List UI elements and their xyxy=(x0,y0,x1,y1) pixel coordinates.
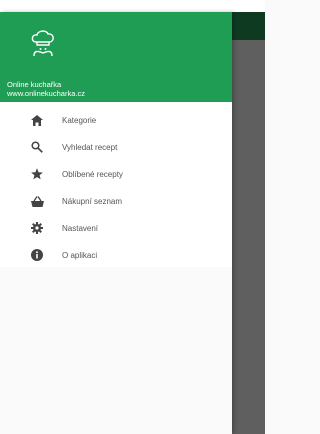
menu-item-label: Nákupní seznam xyxy=(62,197,123,206)
background-scrim[interactable] xyxy=(232,12,265,434)
menu-item-shopping-list[interactable]: Nákupní seznam xyxy=(0,188,232,215)
app-title: Online kuchařka xyxy=(7,80,62,89)
menu-item-label: Nastavení xyxy=(62,224,99,233)
star-icon xyxy=(30,167,44,181)
menu-item-search[interactable]: Vyhledat recept xyxy=(0,134,232,161)
status-bar xyxy=(0,0,265,12)
menu-item-label: O aplikaci xyxy=(62,251,98,260)
gear-icon xyxy=(30,221,44,235)
menu-item-favorites[interactable]: Oblíbené recepty xyxy=(0,161,232,188)
search-icon xyxy=(30,140,44,154)
info-icon xyxy=(30,248,44,262)
chef-hat-icon xyxy=(31,30,54,57)
drawer-menu: Kategorie Vyhledat recept Oblíbené recep… xyxy=(0,102,232,267)
background-toolbar xyxy=(232,12,265,40)
navigation-drawer: Online kuchařka www.onlinekucharka.cz Ka… xyxy=(0,12,232,434)
menu-item-about[interactable]: O aplikaci xyxy=(0,242,232,269)
menu-item-label: Oblíbené recepty xyxy=(62,170,123,179)
basket-icon xyxy=(30,194,44,208)
menu-item-label: Vyhledat recept xyxy=(62,143,118,152)
app-url: www.onlinekucharka.cz xyxy=(7,89,85,98)
menu-item-kategorie[interactable]: Kategorie xyxy=(0,107,232,134)
menu-item-label: Kategorie xyxy=(62,116,97,125)
home-icon xyxy=(30,113,44,127)
drawer-header: Online kuchařka www.onlinekucharka.cz xyxy=(0,12,232,102)
menu-item-settings[interactable]: Nastavení xyxy=(0,215,232,242)
